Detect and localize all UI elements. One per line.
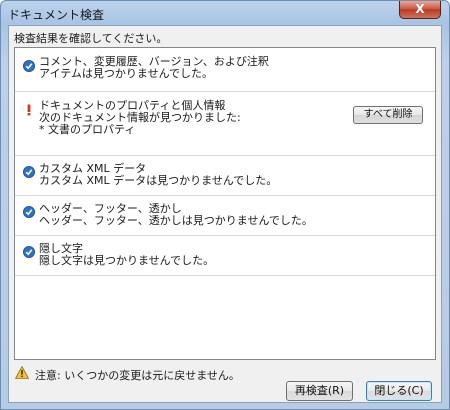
instruction-text: 検査結果を確認してください。 bbox=[14, 32, 168, 45]
check-icon bbox=[23, 166, 35, 178]
remove-all-button[interactable]: すべて削除 bbox=[353, 106, 423, 124]
result-item-custom-xml: カスタム XML データ カスタム XML データは見つかりませんでした。 bbox=[15, 156, 435, 196]
result-detail: ヘッダー、フッター、透かしは見つかりませんでした。 bbox=[39, 214, 313, 227]
close-button[interactable]: 閉じる(C) bbox=[366, 381, 432, 401]
dialog-body: 検査結果を確認してください。 コメント、変更履歴、バージョン、および注釈 アイテ… bbox=[8, 25, 442, 403]
warning-exclamation-icon bbox=[27, 104, 31, 116]
check-icon bbox=[23, 206, 35, 218]
result-detail: カスタム XML データは見つかりませんでした。 bbox=[39, 174, 278, 187]
result-item-header-footer: ヘッダー、フッター、透かし ヘッダー、フッター、透かしは見つかりませんでした。 bbox=[15, 196, 435, 236]
warning-triangle-icon bbox=[15, 366, 29, 379]
check-icon bbox=[23, 246, 35, 258]
result-item-comments: コメント、変更履歴、バージョン、および注釈 アイテムは見つかりませんでした。 bbox=[15, 48, 435, 92]
reinspect-button[interactable]: 再検査(R) bbox=[286, 381, 353, 401]
result-item-hidden-text: 隠し文字 隠し文字は見つかりませんでした。 bbox=[15, 236, 435, 276]
result-detail: 隠し文字は見つかりませんでした。 bbox=[39, 254, 215, 267]
window-title: ドキュメント検査 bbox=[8, 8, 105, 22]
close-window-button[interactable]: X bbox=[399, 1, 441, 19]
note-text: 注意: いくつかの変更は元に戻せません。 bbox=[35, 369, 240, 382]
document-inspector-window: ドキュメント検査 X 検査結果を確認してください。 コメント、変更履歴、バージョ… bbox=[0, 0, 450, 410]
check-icon bbox=[23, 60, 35, 72]
close-icon: X bbox=[415, 2, 425, 16]
result-detail: アイテムは見つかりませんでした。 bbox=[39, 67, 214, 80]
title-bar[interactable]: ドキュメント検査 X bbox=[1, 1, 449, 25]
result-detail: * 文書のプロパティ bbox=[39, 123, 136, 136]
results-list: コメント、変更履歴、バージョン、および注釈 アイテムは見つかりませんでした。 ド… bbox=[14, 47, 436, 360]
result-item-properties: ドキュメントのプロパティと個人情報 次のドキュメント情報が見つかりました: * … bbox=[15, 92, 435, 156]
